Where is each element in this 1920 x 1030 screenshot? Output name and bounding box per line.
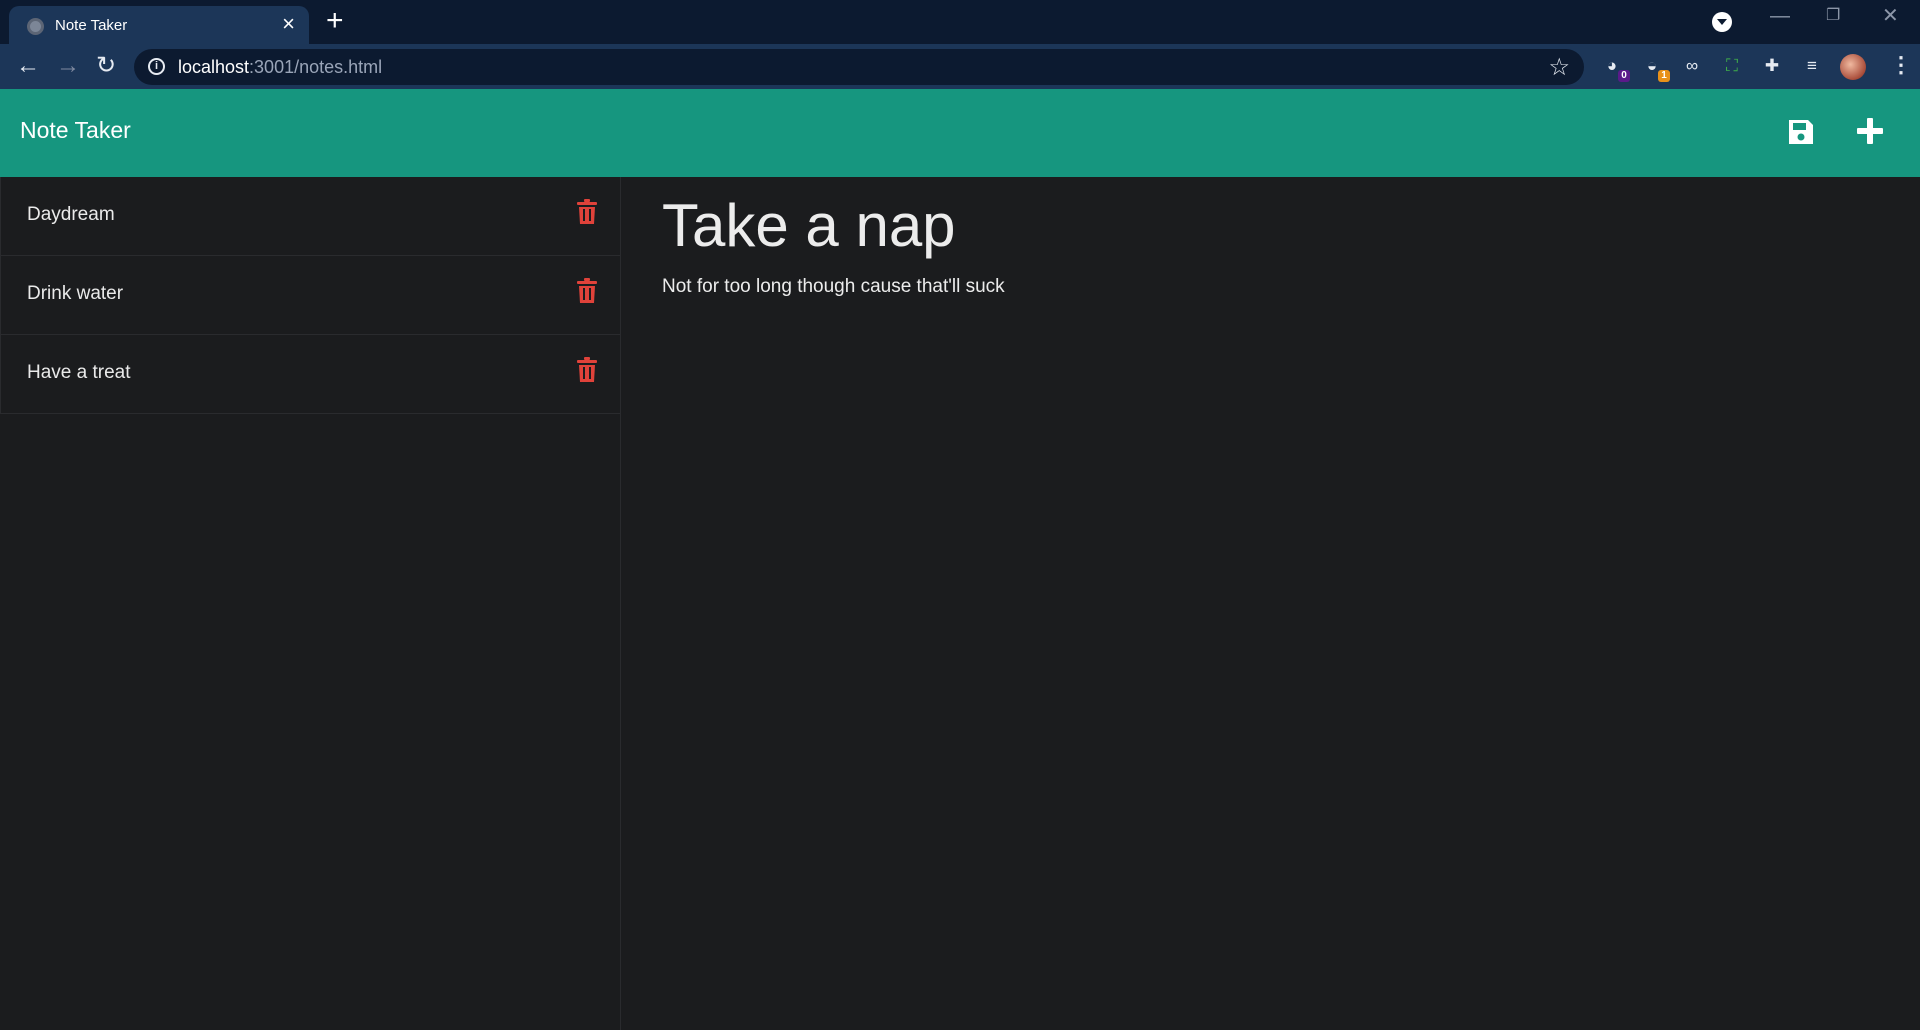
bookmark-star-icon[interactable]: ☆ (1548, 53, 1570, 82)
note-list-title[interactable]: Daydream (27, 204, 115, 226)
globe-icon (27, 18, 44, 35)
trash-icon[interactable] (576, 357, 598, 383)
save-note-icon[interactable] (1786, 117, 1816, 147)
browser-toolbar: ← → ↻ i localhost:3001/notes.html ☆ ◕ 0 ◒… (0, 44, 1920, 89)
list-item[interactable]: Daydream (0, 177, 620, 256)
ghostery-icon[interactable]: ◕ 0 (1600, 54, 1630, 82)
browser-menu-icon[interactable]: ⋮ (1890, 52, 1912, 78)
list-item[interactable]: Drink water (0, 256, 620, 335)
browser-tab[interactable]: Note Taker × (9, 6, 309, 44)
app-navbar: Note Taker (0, 89, 1920, 177)
list-item[interactable]: Have a treat (0, 335, 620, 414)
note-text-area[interactable]: Not for too long though cause that'll su… (662, 276, 1882, 298)
close-tab-icon[interactable]: × (282, 13, 295, 35)
extension-badge: 1 (1658, 70, 1670, 82)
url-text: localhost:3001/notes.html (178, 57, 382, 78)
browser-tab-strip: Note Taker × + — ❐ ✕ (0, 0, 1920, 44)
close-window-button[interactable]: ✕ (1882, 6, 1899, 26)
restore-button[interactable]: ❐ (1826, 6, 1840, 26)
puzzle-icon[interactable]: ✚ (1760, 54, 1784, 78)
cookie-icon[interactable]: ◒ 1 (1640, 54, 1670, 82)
site-info-icon[interactable]: i (148, 58, 165, 75)
tab-search-icon[interactable] (1712, 12, 1732, 32)
media-control-icon[interactable]: ≡ (1800, 54, 1824, 78)
note-title-input[interactable]: Take a nap (662, 190, 1882, 262)
note-editor: Take a nap Not for too long though cause… (662, 190, 1882, 298)
note-list: Daydream Drink water Have a treat (0, 177, 621, 1030)
new-note-icon[interactable] (1854, 115, 1886, 147)
reload-button[interactable]: ↻ (96, 52, 116, 80)
back-button[interactable]: ← (16, 52, 40, 80)
forward-button[interactable]: → (56, 52, 80, 80)
mask-icon[interactable]: ∞ (1680, 54, 1704, 78)
trash-icon[interactable] (576, 199, 598, 225)
app-brand[interactable]: Note Taker (20, 117, 131, 144)
trash-icon[interactable] (576, 278, 598, 304)
url-path: :3001/notes.html (249, 57, 383, 77)
tab-title: Note Taker (55, 17, 128, 34)
new-tab-button[interactable]: + (326, 6, 344, 36)
minimize-button[interactable]: — (1770, 6, 1790, 26)
screenshot-icon[interactable]: ⛶ (1720, 54, 1744, 78)
note-list-title[interactable]: Have a treat (27, 362, 131, 384)
note-list-title[interactable]: Drink water (27, 283, 123, 305)
url-host: localhost (178, 57, 250, 77)
extension-badge: 0 (1618, 70, 1630, 82)
address-bar[interactable]: i localhost:3001/notes.html ☆ (134, 49, 1584, 85)
profile-avatar[interactable] (1840, 54, 1866, 80)
